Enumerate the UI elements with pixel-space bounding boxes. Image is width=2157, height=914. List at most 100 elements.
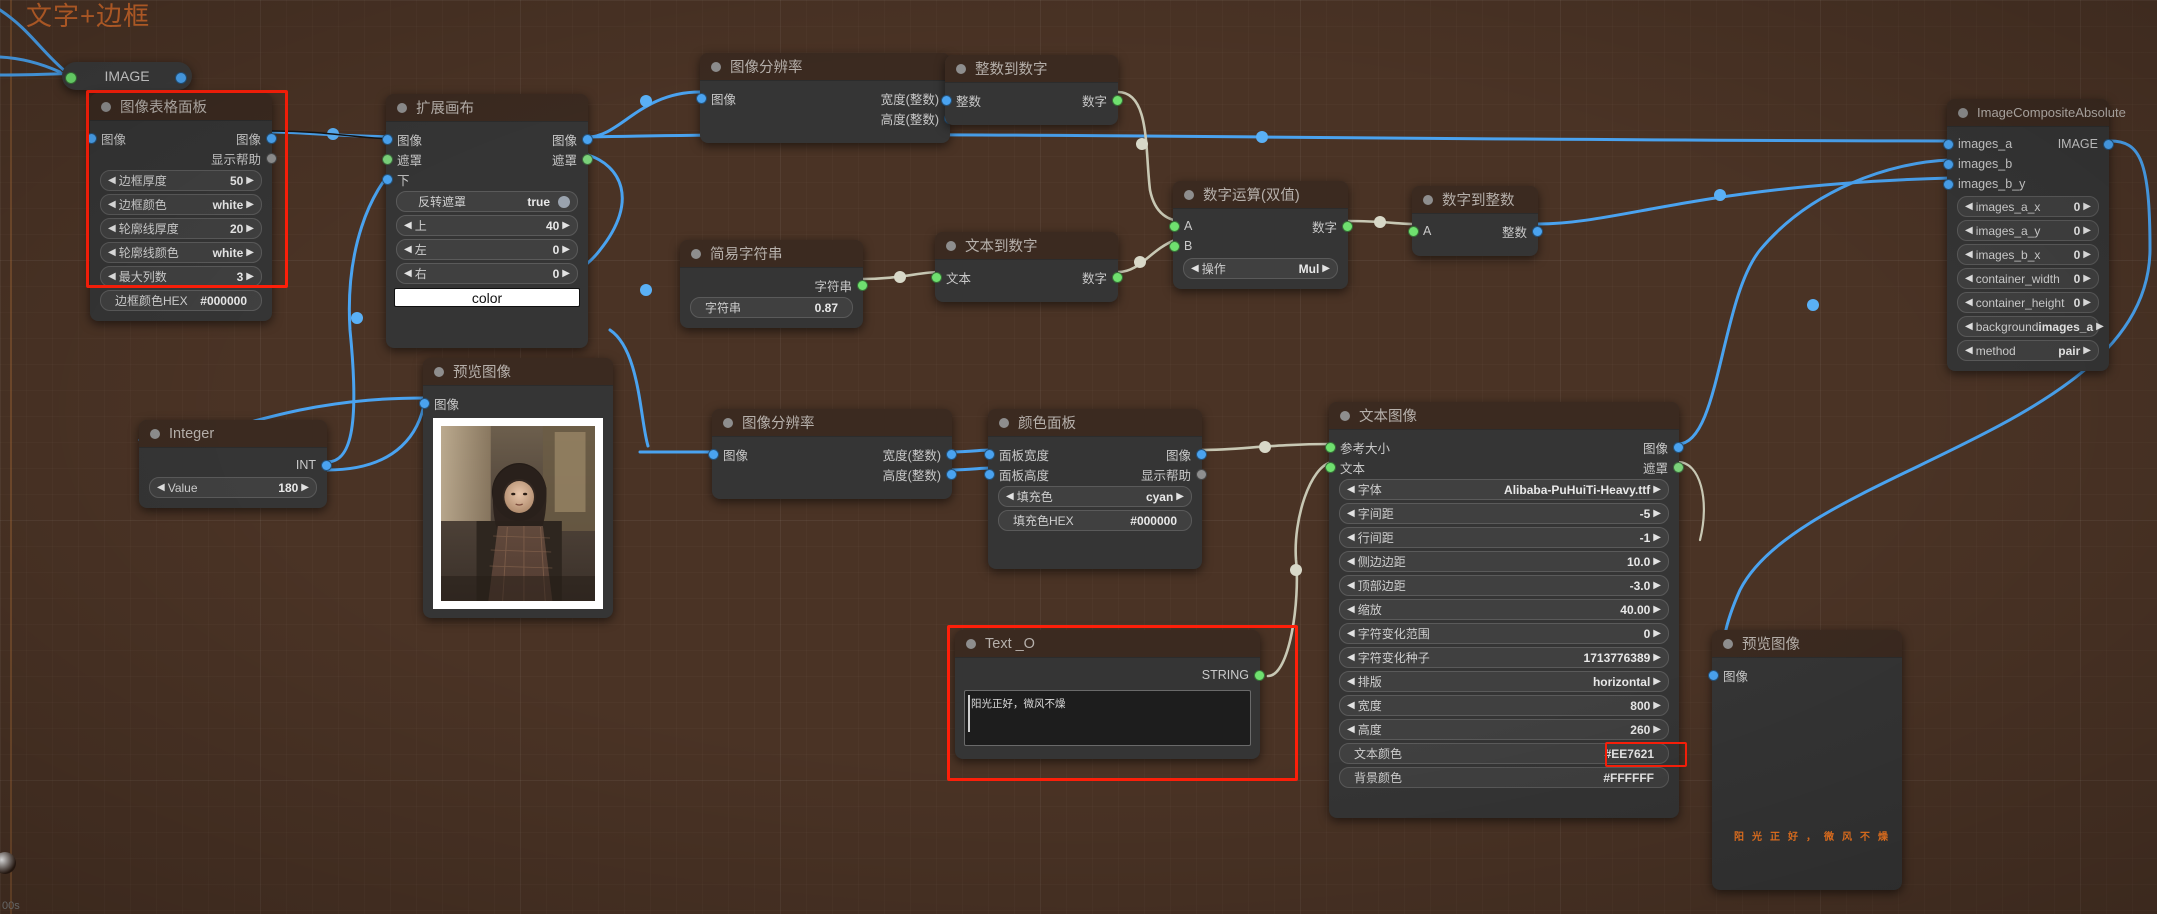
collapse-icon[interactable] — [101, 101, 111, 112]
node-text-image[interactable]: 文本图像 参考大小 图像 文本 遮罩 ◀ 字体 Alibaba-PuHuiTi-… — [1324, 402, 1687, 818]
node-header[interactable]: 数字到整数 — [1412, 186, 1538, 214]
collapse-icon[interactable] — [1340, 410, 1350, 421]
chevron-left-icon[interactable]: ◀ — [1965, 225, 1973, 236]
preview-image-frame[interactable] — [433, 418, 603, 609]
node-image-grid-panel[interactable]: 图像表格面板 图像 图像 显示帮助 ◀ 边框厚度 50 ▶ ◀ 边框颜色 whi… — [85, 93, 277, 321]
widget-border-thickness[interactable]: ◀ 边框厚度 50 ▶ — [100, 170, 262, 191]
chevron-left-icon[interactable]: ◀ — [1347, 604, 1355, 615]
chevron-right-icon[interactable]: ▶ — [2096, 321, 2104, 332]
widget-border-color-hex[interactable]: 边框颜色HEX #000000 — [100, 290, 262, 311]
output-socket-number[interactable] — [1111, 271, 1123, 283]
node-image-composite-absolute[interactable]: ImageCompositeAbsolute images_a IMAGE im… — [1942, 99, 2126, 371]
chevron-right-icon[interactable]: ▶ — [1653, 676, 1661, 687]
chevron-left-icon[interactable]: ◀ — [1191, 263, 1199, 274]
widget-max-columns[interactable]: ◀ 最大列数 3 ▶ — [100, 266, 262, 287]
node-header[interactable]: ImageCompositeAbsolute — [1947, 99, 2126, 127]
chevron-right-icon[interactable]: ▶ — [562, 268, 570, 279]
widget-right[interactable]: ◀ 右 0 ▶ — [396, 263, 578, 284]
chevron-left-icon[interactable]: ◀ — [1347, 676, 1355, 687]
input-socket-reference-size[interactable] — [1324, 441, 1336, 453]
input-socket-image[interactable] — [695, 92, 707, 104]
collapse-icon[interactable] — [397, 102, 407, 113]
widget-images-b-x[interactable]: ◀ images_b_x 0 ▶ — [1957, 244, 2099, 265]
output-socket-help[interactable] — [1195, 468, 1207, 480]
chevron-left-icon[interactable]: ◀ — [1347, 724, 1355, 735]
chevron-right-icon[interactable]: ▶ — [1653, 508, 1661, 519]
collapse-icon[interactable] — [691, 248, 701, 259]
chevron-right-icon[interactable]: ▶ — [562, 244, 570, 255]
preview-render-area[interactable]: 阳光正好，微风不燥 — [1720, 690, 1894, 865]
chevron-right-icon[interactable]: ▶ — [246, 175, 254, 186]
reroute-output-socket[interactable] — [175, 72, 187, 84]
widget-images-a-x[interactable]: ◀ images_a_x 0 ▶ — [1957, 196, 2099, 217]
collapse-icon[interactable] — [150, 428, 160, 439]
output-socket-image[interactable] — [1195, 448, 1207, 460]
chevron-right-icon[interactable]: ▶ — [1176, 491, 1184, 502]
collapse-icon[interactable] — [966, 638, 976, 649]
widget-fill-color-hex[interactable]: 填充色HEX #000000 — [998, 510, 1192, 531]
widget-invert-mask[interactable]: 反转遮罩 true — [396, 191, 578, 212]
node-number-to-int[interactable]: 数字到整数 A 整数 — [1407, 186, 1543, 256]
chevron-left-icon[interactable]: ◀ — [108, 223, 116, 234]
chevron-right-icon[interactable]: ▶ — [246, 247, 254, 258]
output-socket-width[interactable] — [945, 448, 957, 460]
input-socket-a[interactable] — [1407, 225, 1419, 237]
collapse-icon[interactable] — [723, 417, 733, 428]
chevron-left-icon[interactable]: ◀ — [404, 268, 412, 279]
node-header[interactable]: 整数到数字 — [945, 55, 1118, 83]
input-socket-mask[interactable] — [381, 153, 393, 165]
widget-container-height[interactable]: ◀ container_height 0 ▶ — [1957, 292, 2099, 313]
chevron-right-icon[interactable]: ▶ — [246, 223, 254, 234]
chevron-left-icon[interactable]: ◀ — [1006, 491, 1014, 502]
collapse-icon[interactable] — [1423, 194, 1433, 205]
reroute-node-image[interactable]: IMAGE — [62, 62, 192, 90]
output-socket-help[interactable] — [265, 152, 277, 164]
chevron-left-icon[interactable]: ◀ — [1347, 652, 1355, 663]
chevron-left-icon[interactable]: ◀ — [1965, 201, 1973, 212]
chevron-left-icon[interactable]: ◀ — [404, 220, 412, 231]
widget-typesetting[interactable]: ◀ 排版 horizontal ▶ — [1339, 671, 1669, 692]
widget-fill-color[interactable]: ◀ 填充色 cyan ▶ — [998, 486, 1192, 507]
output-socket-int[interactable] — [1531, 225, 1543, 237]
node-header[interactable]: 颜色面板 — [988, 409, 1202, 437]
chevron-left-icon[interactable]: ◀ — [1347, 484, 1355, 495]
node-header[interactable]: 预览图像 — [423, 358, 613, 386]
chevron-left-icon[interactable]: ◀ — [157, 482, 165, 493]
widget-method[interactable]: ◀ method pair ▶ — [1957, 340, 2099, 361]
widget-char-variation-range[interactable]: ◀ 字符变化范围 0 ▶ — [1339, 623, 1669, 644]
input-socket-int[interactable] — [940, 94, 952, 106]
chevron-left-icon[interactable]: ◀ — [108, 247, 116, 258]
chevron-left-icon[interactable]: ◀ — [1347, 580, 1355, 591]
output-socket-image[interactable] — [265, 132, 277, 144]
widget-top-margin[interactable]: ◀ 顶部边距 -3.0 ▶ — [1339, 575, 1669, 596]
node-header[interactable]: 预览图像 — [1712, 630, 1902, 658]
input-socket-b[interactable] — [1168, 240, 1180, 252]
input-socket-image[interactable] — [418, 397, 430, 409]
output-socket-number[interactable] — [1341, 220, 1353, 232]
chevron-right-icon[interactable]: ▶ — [2083, 201, 2091, 212]
node-expand-canvas[interactable]: 扩展画布 图像 图像 遮罩 遮罩 下 反转遮罩 true ◀ 上 40 ▶ ◀ … — [381, 94, 593, 348]
collapse-icon[interactable] — [956, 63, 966, 74]
collapse-icon[interactable] — [999, 417, 1009, 428]
node-header[interactable]: 文本到数字 — [935, 232, 1118, 260]
widget-outline-thickness[interactable]: ◀ 轮廓线厚度 20 ▶ — [100, 218, 262, 239]
node-simple-string[interactable]: 简易字符串 字符串 字符串 0.87 — [680, 240, 868, 328]
collapse-icon[interactable] — [1184, 189, 1194, 200]
chevron-left-icon[interactable]: ◀ — [108, 271, 116, 282]
output-socket-mask[interactable] — [581, 153, 593, 165]
widget-top[interactable]: ◀ 上 40 ▶ — [396, 215, 578, 236]
node-header[interactable]: 文本图像 — [1329, 402, 1679, 430]
chevron-right-icon[interactable]: ▶ — [1653, 604, 1661, 615]
widget-background-color[interactable]: 背景颜色 #FFFFFF — [1339, 767, 1669, 788]
chevron-right-icon[interactable]: ▶ — [1653, 700, 1661, 711]
input-socket-text[interactable] — [1324, 461, 1336, 473]
output-socket-number[interactable] — [1111, 94, 1123, 106]
widget-color-swatch[interactable]: color — [394, 288, 580, 307]
collapse-icon[interactable] — [434, 366, 444, 377]
collapse-icon[interactable] — [1958, 107, 1968, 118]
widget-left[interactable]: ◀ 左 0 ▶ — [396, 239, 578, 260]
widget-container-width[interactable]: ◀ container_width 0 ▶ — [1957, 268, 2099, 289]
widget-text-color[interactable]: 文本颜色 #EE7621 — [1339, 742, 1687, 767]
widget-background[interactable]: ◀ background images_a ▶ — [1957, 316, 2104, 337]
node-preview-image-left[interactable]: 预览图像 图像 — [418, 358, 613, 618]
